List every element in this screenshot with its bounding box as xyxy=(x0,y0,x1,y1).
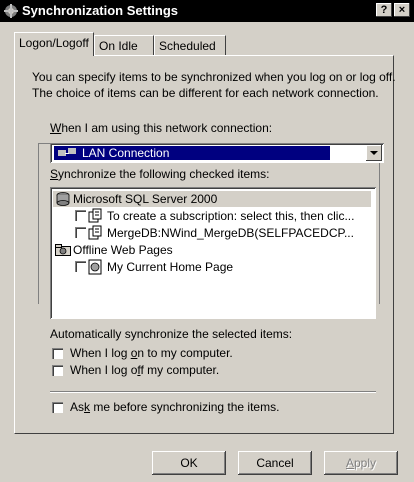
tab-label: On Idle xyxy=(99,39,138,53)
tab-logon-logoff[interactable]: Logon/Logoff xyxy=(14,32,94,56)
item-checkbox[interactable] xyxy=(75,261,86,272)
description-line-2: The choice of items can be different for… xyxy=(32,86,379,100)
connection-dropdown[interactable]: LAN Connection xyxy=(50,143,384,163)
logoff-checkbox[interactable] xyxy=(52,365,63,376)
tab-label: Logon/Logoff xyxy=(19,36,89,50)
cancel-button[interactable]: Cancel xyxy=(238,451,312,475)
item-checkbox[interactable] xyxy=(75,227,86,238)
chevron-down-icon[interactable] xyxy=(366,145,382,161)
list-item-label: My Current Home Page xyxy=(107,260,234,274)
web-page-icon xyxy=(88,259,102,275)
title-bar: Synchronization Settings ? × xyxy=(0,0,414,22)
apply-button[interactable]: Apply xyxy=(324,451,398,475)
ask-label[interactable]: Ask me before synchronizing the items. xyxy=(70,400,279,414)
ok-button[interactable]: OK xyxy=(152,451,226,475)
items-label: Synchronize the following checked items: xyxy=(50,167,270,181)
subscription-icon xyxy=(88,208,102,223)
subscription-icon xyxy=(88,225,102,240)
logon-checkbox[interactable] xyxy=(52,348,63,359)
description-line-1: You can specify items to be synchronized… xyxy=(32,70,396,84)
tab-label: Scheduled xyxy=(159,39,216,53)
close-button[interactable]: × xyxy=(394,3,410,17)
tab-on-idle[interactable]: On Idle xyxy=(94,35,154,55)
connection-selected: LAN Connection xyxy=(54,146,330,160)
auto-sync-label: Automatically synchronize the selected i… xyxy=(50,327,293,341)
network-icon xyxy=(58,148,76,156)
item-checkbox[interactable] xyxy=(75,210,86,221)
list-item-label: MergeDB:NWind_MergeDB(SELFPACEDCP... xyxy=(107,226,354,240)
list-item-label: Microsoft SQL Server 2000 xyxy=(73,192,218,206)
help-button[interactable]: ? xyxy=(376,3,392,17)
list-item-sql-server[interactable]: Microsoft SQL Server 2000 xyxy=(53,191,371,207)
list-item-label: To create a subscription: select this, t… xyxy=(107,209,355,223)
logoff-label[interactable]: When I log off my computer. xyxy=(70,363,219,377)
items-list[interactable]: Microsoft SQL Server 2000 To create a su… xyxy=(50,187,376,319)
web-pages-folder-icon xyxy=(55,244,71,256)
connection-label: When I am using this network connection: xyxy=(50,121,273,135)
connection-selected-label: LAN Connection xyxy=(82,146,170,160)
tab-scheduled[interactable]: Scheduled xyxy=(154,35,226,55)
logon-label[interactable]: When I log on to my computer. xyxy=(70,346,233,360)
list-item-label: Offline Web Pages xyxy=(73,243,173,257)
sync-settings-icon xyxy=(4,4,18,18)
separator xyxy=(50,391,376,393)
window-title: Synchronization Settings xyxy=(22,3,179,18)
database-icon xyxy=(56,192,70,206)
ask-checkbox[interactable] xyxy=(52,402,63,413)
